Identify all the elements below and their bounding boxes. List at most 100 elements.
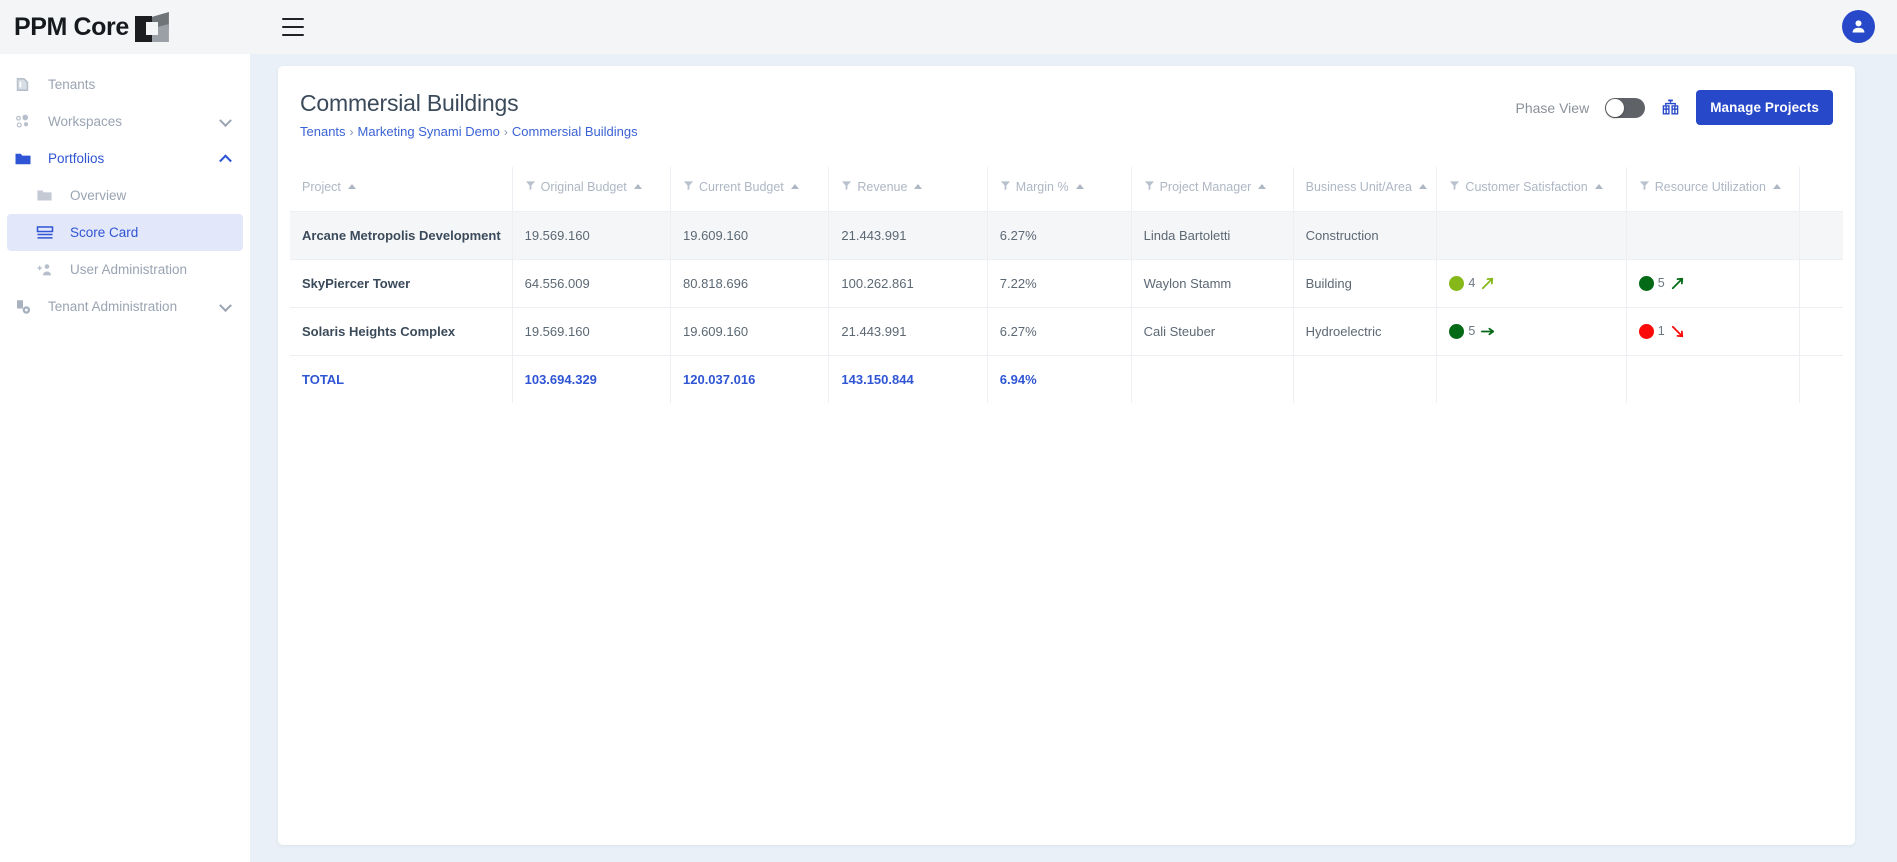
cell-total-customer-satisfaction: [1436, 354, 1627, 403]
column-label: Project Manager: [1159, 179, 1252, 194]
cell-project: Solaris Heights Complex: [290, 306, 513, 355]
app-logo[interactable]: PPM Core: [0, 0, 250, 54]
column-label: Project: [302, 179, 341, 194]
scorecard-table-wrap: Project Original Budget Current Budget R…: [278, 167, 1855, 403]
hamburger-icon[interactable]: [282, 18, 304, 36]
sidebar-item-score-card[interactable]: Score Card: [7, 214, 243, 251]
breadcrumb-item-commersial-buildings[interactable]: Commersial Buildings: [512, 124, 638, 139]
folder-filled-icon: [14, 150, 40, 168]
column-header-business-unit[interactable]: Business Unit/Area: [1293, 167, 1438, 211]
scorecard-card: Commersial Buildings Tenants › Marketing…: [278, 66, 1855, 845]
status-value: 5: [1657, 276, 1665, 290]
sort-asc-icon[interactable]: [1258, 184, 1267, 190]
org-chart-icon[interactable]: [1661, 98, 1680, 117]
cell-total-project-manager: [1131, 354, 1294, 403]
sort-asc-icon[interactable]: [1594, 184, 1603, 190]
filter-icon[interactable]: [841, 180, 852, 194]
sidebar-item-label: Overview: [70, 188, 127, 203]
sort-asc-icon[interactable]: [1075, 184, 1084, 190]
sidebar-item-user-administration[interactable]: User Administration: [0, 251, 250, 288]
filter-icon[interactable]: [1144, 180, 1155, 194]
user-avatar-icon[interactable]: [1842, 10, 1875, 43]
workspaces-nodes-icon: [14, 113, 40, 131]
cell-project: SkyPiercer Tower: [290, 258, 513, 307]
column-label: Customer Satisfaction: [1465, 179, 1588, 194]
table-row[interactable]: SkyPiercer Tower 64.556.009 80.818.696 1…: [290, 258, 1843, 307]
status-dot: [1449, 323, 1465, 339]
breadcrumb-separator: ›: [503, 124, 508, 139]
top-bar: PPM Core: [0, 0, 1897, 54]
sidebar-item-workspaces[interactable]: Workspaces: [0, 103, 250, 140]
app-logo-text: PPM Core: [14, 12, 129, 41]
chevron-down-icon[interactable]: [219, 113, 232, 127]
column-label: Current Budget: [699, 179, 784, 194]
filter-icon[interactable]: [1449, 180, 1460, 194]
trend-up-icon: [1669, 275, 1686, 292]
column-header-project[interactable]: Project: [290, 167, 513, 211]
sort-asc-icon[interactable]: [633, 184, 642, 190]
sidebar-item-tenant-administration[interactable]: Tenant Administration: [0, 288, 250, 325]
table-total-row: TOTAL 103.694.329 120.037.016 143.150.84…: [290, 354, 1843, 403]
column-label: Resource Utilization: [1654, 179, 1766, 194]
card-header: Commersial Buildings Tenants › Marketing…: [278, 66, 1855, 139]
cell-resource-utilization: 5: [1626, 258, 1800, 307]
breadcrumb: Tenants › Marketing Synami Demo › Commer…: [300, 124, 1833, 139]
cell-resource-utilization: [1626, 210, 1800, 259]
column-header-current-budget[interactable]: Current Budget: [670, 167, 830, 211]
sidebar-item-tenants[interactable]: Tenants: [0, 66, 250, 103]
status-value: 5: [1468, 324, 1476, 338]
phase-view-toggle[interactable]: [1605, 97, 1646, 118]
filter-icon[interactable]: [683, 180, 694, 194]
sidebar-item-overview[interactable]: Overview: [0, 177, 250, 214]
filter-icon[interactable]: [1639, 180, 1650, 194]
trend-up-icon: [1479, 275, 1496, 292]
status-dot: [1449, 275, 1465, 291]
sort-asc-icon[interactable]: [1418, 184, 1427, 190]
cell-current-budget: 19.609.160: [670, 210, 830, 259]
column-header-revenue[interactable]: Revenue: [828, 167, 988, 211]
column-label: Business Unit/Area: [1305, 179, 1412, 194]
cell-total-revenue: 143.150.844: [828, 354, 988, 403]
phase-view-label: Phase View: [1515, 99, 1590, 116]
chevron-up-icon[interactable]: [219, 153, 232, 167]
sidebar-item-portfolios[interactable]: Portfolios: [0, 140, 250, 177]
manage-projects-button[interactable]: Manage Projects: [1696, 90, 1833, 125]
main-content: Commersial Buildings Tenants › Marketing…: [250, 54, 1897, 862]
filter-icon[interactable]: [525, 180, 536, 194]
status-dot: [1638, 275, 1654, 291]
tenant-box-icon: [14, 76, 40, 93]
cell-business-unit: Construction: [1293, 210, 1438, 259]
cell-spacer: [1799, 354, 1843, 403]
cell-margin: 6.27%: [987, 306, 1132, 355]
cell-project: Arcane Metropolis Development: [290, 210, 513, 259]
breadcrumb-item-tenants[interactable]: Tenants: [300, 124, 346, 139]
cell-original-budget: 19.569.160: [512, 210, 672, 259]
chevron-down-icon[interactable]: [219, 298, 232, 312]
scorecard-table: Project Original Budget Current Budget R…: [290, 167, 1843, 403]
column-header-customer-satisfaction[interactable]: Customer Satisfaction: [1436, 167, 1627, 211]
header-actions: Phase View Manage Projects: [1516, 90, 1833, 125]
cell-margin: 7.22%: [987, 258, 1132, 307]
cell-total-margin: 6.94%: [987, 354, 1132, 403]
sort-asc-icon[interactable]: [790, 184, 799, 190]
table-row[interactable]: Solaris Heights Complex 19.569.160 19.60…: [290, 306, 1843, 355]
cell-project-manager: Waylon Stamm: [1131, 258, 1294, 307]
breadcrumb-item-marketing-synami-demo[interactable]: Marketing Synami Demo: [358, 124, 500, 139]
column-header-original-budget[interactable]: Original Budget: [512, 167, 672, 211]
column-label: Original Budget: [540, 179, 627, 194]
column-header-margin[interactable]: Margin %: [987, 167, 1132, 211]
sort-asc-icon[interactable]: [1772, 184, 1781, 190]
cell-original-budget: 64.556.009: [512, 258, 672, 307]
column-header-resource-utilization[interactable]: Resource Utilization: [1626, 167, 1800, 211]
sidebar-item-label: Workspaces: [48, 114, 123, 129]
table-row[interactable]: Arcane Metropolis Development 19.569.160…: [290, 210, 1843, 259]
cell-revenue: 100.262.861: [828, 258, 988, 307]
filter-icon[interactable]: [1000, 180, 1011, 194]
column-header-project-manager[interactable]: Project Manager: [1131, 167, 1294, 211]
sort-asc-icon[interactable]: [347, 184, 356, 190]
sort-asc-icon[interactable]: [914, 184, 923, 190]
status-value: 1: [1657, 324, 1665, 338]
status-badge: 5: [1638, 275, 1799, 292]
cell-project-manager: Linda Bartoletti: [1131, 210, 1294, 259]
table-header-row: Project Original Budget Current Budget R…: [290, 167, 1843, 211]
